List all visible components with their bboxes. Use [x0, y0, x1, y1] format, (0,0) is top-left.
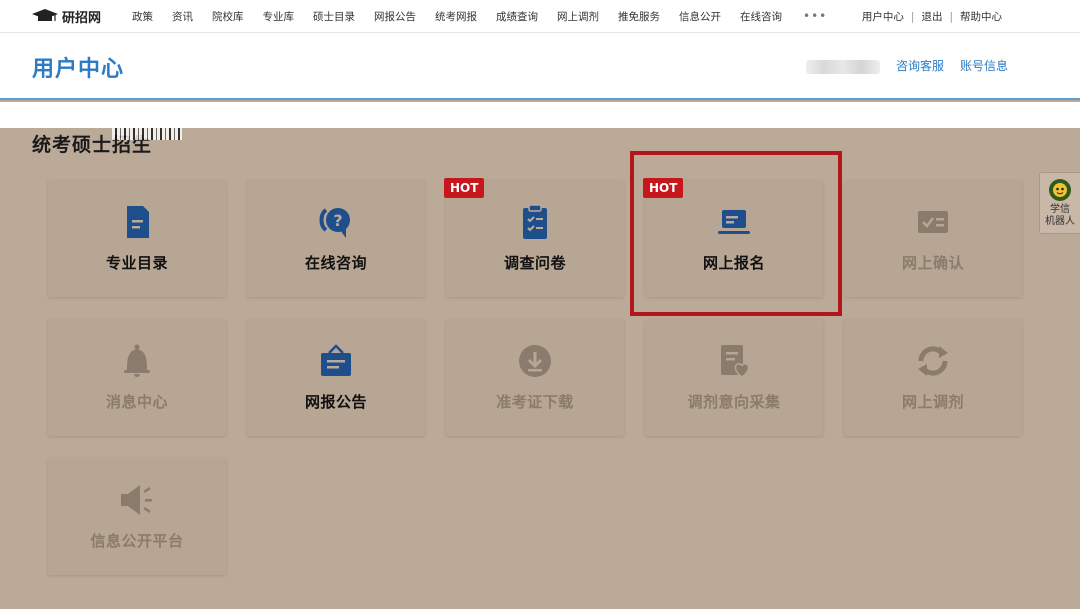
user-center-link[interactable]: 用户中心 — [862, 9, 904, 24]
question-chat-icon: ? — [319, 208, 350, 238]
divider: | — [949, 10, 953, 23]
robot-label-line2: 机器人 — [1045, 216, 1075, 227]
nav-items: 政策 资讯 院校库 专业库 硕士目录 网报公告 统考网报 成绩查询 网上调剂 推… — [132, 9, 827, 24]
logout-link[interactable]: 退出 — [921, 9, 942, 24]
nav-item-policy[interactable]: 政策 — [132, 9, 153, 24]
card-major-catalog[interactable]: 专业目录 — [48, 180, 226, 297]
card-info-disclosure-platform[interactable]: 信息公开平台 — [48, 458, 226, 575]
top-nav: 研招网 政策 资讯 院校库 专业库 硕士目录 网报公告 统考网报 成绩查询 网上… — [0, 0, 1080, 33]
logo-text: 研招网 — [62, 10, 102, 26]
help-center-link[interactable]: 帮助中心 — [960, 9, 1002, 24]
hot-badge: HOT — [444, 178, 485, 198]
svg-text:?: ? — [333, 211, 342, 230]
id-card-check-icon — [918, 211, 948, 233]
card-label: 信息公开平台 — [90, 532, 184, 550]
nav-item-adjustment[interactable]: 网上调剂 — [557, 9, 599, 24]
card-online-confirm[interactable]: 网上确认 — [844, 180, 1022, 297]
robot-label-line1: 学信 — [1050, 204, 1070, 215]
nav-more-button[interactable]: ••• — [803, 9, 827, 24]
card-label: 网上调剂 — [901, 393, 964, 411]
nav-item-online-consult[interactable]: 在线咨询 — [740, 9, 782, 24]
graduation-cap-icon — [32, 9, 58, 21]
username-redacted — [806, 60, 880, 74]
nav-right: 用户中心 | 退出 | 帮助中心 — [862, 0, 1002, 33]
nav-item-majors[interactable]: 专业库 — [263, 9, 295, 24]
document-icon — [127, 206, 149, 238]
nav-item-score-query[interactable]: 成绩查询 — [496, 9, 538, 24]
account-info-link[interactable]: 账号信息 — [960, 57, 1008, 74]
card-survey[interactable]: HOT 调查问卷 — [444, 178, 624, 297]
highlight-frame — [630, 151, 842, 316]
robot-avatar-icon — [1049, 179, 1071, 201]
card-label: 消息中心 — [105, 393, 168, 411]
heart-form-icon — [721, 345, 750, 378]
card-registration-announcement[interactable]: 网报公告 — [247, 319, 425, 436]
page-title: 用户中心 — [32, 57, 125, 82]
site-logo[interactable]: 研招网 — [32, 7, 132, 26]
card-label: 专业目录 — [105, 254, 168, 272]
nav-item-unified-registration[interactable]: 统考网报 — [435, 9, 477, 24]
nav-item-info-disclosure[interactable]: 信息公开 — [679, 9, 721, 24]
notice-board-icon — [321, 344, 351, 376]
page-header: 用户中心 咨询客服 账号信息 — [0, 33, 1080, 100]
card-online-adjustment[interactable]: 网上调剂 — [844, 319, 1022, 436]
card-adjustment-intent[interactable]: 调剂意向采集 — [645, 319, 823, 436]
clipboard-check-icon — [523, 204, 547, 239]
download-icon — [519, 345, 551, 377]
card-label: 在线咨询 — [304, 254, 367, 272]
content-top-strip — [0, 102, 1080, 128]
divider: | — [910, 10, 915, 23]
refresh-icon — [918, 346, 948, 376]
card-label: 准考证下载 — [496, 393, 574, 411]
consult-service-link[interactable]: 咨询客服 — [896, 57, 944, 74]
image-artifact — [112, 128, 182, 140]
nav-item-recommendation[interactable]: 推免服务 — [618, 9, 660, 24]
speaker-icon — [121, 485, 152, 515]
card-label: 调查问卷 — [503, 254, 566, 272]
nav-item-master-catalog[interactable]: 硕士目录 — [313, 9, 355, 24]
nav-item-schools[interactable]: 院校库 — [212, 9, 244, 24]
card-label: 网报公告 — [304, 393, 367, 411]
nav-item-announcements[interactable]: 网报公告 — [374, 9, 416, 24]
card-label: 调剂意向采集 — [687, 393, 781, 411]
robot-label: 学信 机器人 — [1045, 204, 1075, 228]
card-label: 网上确认 — [901, 254, 964, 272]
bell-icon — [124, 344, 150, 377]
card-online-consult[interactable]: ? 在线咨询 — [247, 180, 425, 297]
card-message-center[interactable]: 消息中心 — [48, 319, 226, 436]
nav-item-news[interactable]: 资讯 — [172, 9, 193, 24]
xuexin-robot-widget[interactable]: 学信 机器人 — [1039, 172, 1080, 234]
card-admission-ticket-download[interactable]: 准考证下载 — [446, 319, 624, 436]
